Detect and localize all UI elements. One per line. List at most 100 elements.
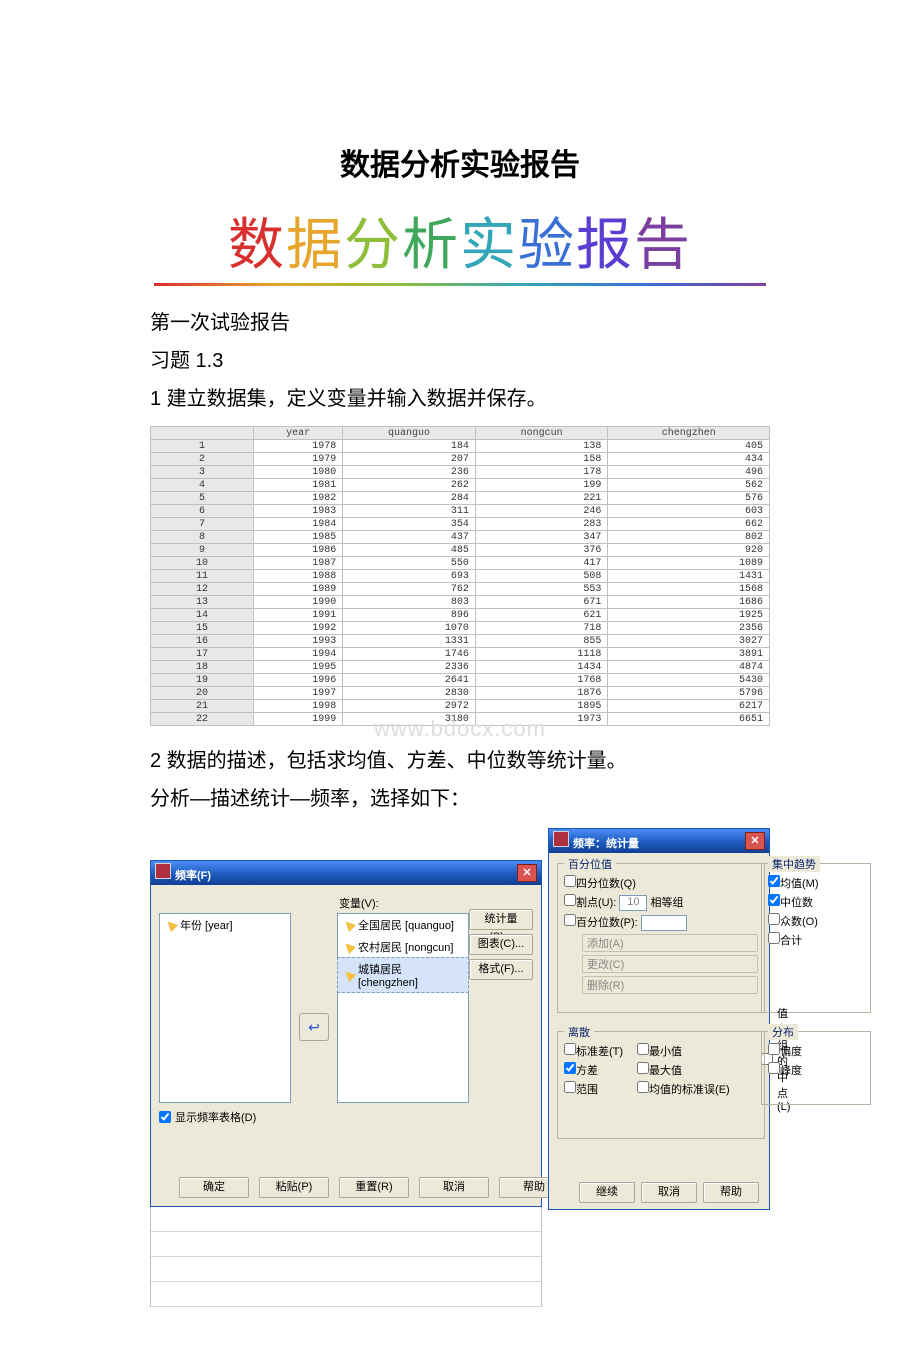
- table-cell: 2972: [343, 700, 476, 713]
- table-cell: 6217: [608, 700, 770, 713]
- frequencies-dialog: 频率(F) ✕ 变量(V): 年份 [year] 全国居民 [quanguo] …: [150, 860, 542, 1207]
- table-cell: 1997: [254, 687, 343, 700]
- table-cell: 671: [475, 596, 608, 609]
- display-freq-table-checkbox[interactable]: 显示频率表格(D): [159, 1109, 256, 1125]
- list-item[interactable]: 全国居民 [quanguo]: [338, 914, 468, 936]
- table-cell: 8: [151, 531, 254, 544]
- checkbox-label: 最小值: [649, 1046, 682, 1058]
- percentile-input[interactable]: [641, 915, 687, 931]
- table-cell: 621: [475, 609, 608, 622]
- percentiles-checkbox[interactable]: 百分位数(P):: [564, 914, 758, 931]
- table-row: 11978184138405: [151, 440, 770, 453]
- checkbox-label: 偏度: [780, 1046, 802, 1058]
- table-cell: 221: [475, 492, 608, 505]
- min-checkbox[interactable]: 最小值: [637, 1043, 730, 1059]
- dialog-title: 频率(F): [175, 870, 211, 882]
- percentile-group: 百分位值 四分位数(Q) 割点(U): 10 相等组 百分位数(P): 添加(A…: [557, 863, 765, 1013]
- table-cell: 1991: [254, 609, 343, 622]
- checkbox-label: 标准差(T): [576, 1046, 623, 1058]
- variance-checkbox[interactable]: 方差: [564, 1062, 623, 1078]
- table-cell: 550: [343, 557, 476, 570]
- titlebar[interactable]: 频率(F) ✕: [151, 861, 541, 885]
- continue-button[interactable]: 继续: [579, 1182, 635, 1203]
- cutpoints-suffix: 相等组: [650, 897, 683, 909]
- cancel-button[interactable]: 取消: [641, 1182, 697, 1203]
- table-row: 16199313318553027: [151, 635, 770, 648]
- checkbox-label: 均值的标准误(E): [649, 1084, 730, 1096]
- table-cell: 5796: [608, 687, 770, 700]
- mean-checkbox[interactable]: 均值(M): [768, 875, 864, 891]
- dispersion-group: 离散 标准差(T) 方差 范围 最小值 最大值 均值的标准误(E): [557, 1031, 765, 1139]
- table-cell: 762: [343, 583, 476, 596]
- selected-list[interactable]: 全国居民 [quanguo] 农村居民 [nongcun] 城镇居民 [chen…: [337, 913, 469, 1103]
- table-cell: 2336: [343, 661, 476, 674]
- wa-char: 分: [344, 215, 402, 277]
- cutpoints-input[interactable]: 10: [619, 895, 647, 911]
- variable-icon: [342, 968, 356, 982]
- column-header: quanguo: [343, 427, 476, 440]
- statistics-button[interactable]: 统计量(S)...: [469, 909, 533, 930]
- charts-button[interactable]: 图表(C)...: [469, 934, 533, 955]
- column-header: nongcun: [475, 427, 608, 440]
- sum-checkbox[interactable]: 合计: [768, 932, 864, 948]
- format-button[interactable]: 格式(F)...: [469, 959, 533, 980]
- table-cell: 10: [151, 557, 254, 570]
- variable-icon: [342, 918, 356, 932]
- se-checkbox[interactable]: 均值的标准误(E): [637, 1081, 730, 1097]
- checkbox-label: 显示频率表格(D): [175, 1109, 256, 1125]
- titlebar[interactable]: 频率：统计量 ✕: [549, 829, 769, 853]
- available-list[interactable]: 年份 [year]: [159, 913, 291, 1103]
- help-button[interactable]: 帮助: [703, 1182, 759, 1203]
- table-cell: 1: [151, 440, 254, 453]
- sd-checkbox[interactable]: 标准差(T): [564, 1043, 623, 1059]
- table-row: 1419918966211925: [151, 609, 770, 622]
- add-button[interactable]: 添加(A): [582, 934, 758, 952]
- table-cell: 508: [475, 570, 608, 583]
- list-item[interactable]: 年份 [year]: [160, 914, 290, 936]
- mode-checkbox[interactable]: 众数(O): [768, 913, 864, 929]
- table-row: 1319908036711686: [151, 596, 770, 609]
- ok-button[interactable]: 确定: [179, 1177, 249, 1198]
- table-cell: 7: [151, 518, 254, 531]
- table-cell: 3027: [608, 635, 770, 648]
- data-table: yearquanguonongcunchengzhen 119781841384…: [150, 426, 770, 726]
- quartiles-checkbox[interactable]: 四分位数(Q): [564, 875, 758, 891]
- table-cell: 1876: [475, 687, 608, 700]
- checkbox-label: 方差: [576, 1065, 598, 1077]
- table-cell: 2: [151, 453, 254, 466]
- move-variable-button[interactable]: ↩: [299, 1013, 329, 1041]
- max-checkbox[interactable]: 最大值: [637, 1062, 730, 1078]
- table-row: 21979207158434: [151, 453, 770, 466]
- distribution-group: 分布 偏度 峰度: [761, 1031, 871, 1105]
- close-icon[interactable]: ✕: [517, 864, 537, 882]
- table-cell: 562: [608, 479, 770, 492]
- reset-button[interactable]: 重置(R): [339, 1177, 409, 1198]
- change-button[interactable]: 更改(C): [582, 955, 758, 973]
- skewness-checkbox[interactable]: 偏度: [768, 1043, 864, 1059]
- kurtosis-checkbox[interactable]: 峰度: [768, 1062, 864, 1078]
- table-cell: 802: [608, 531, 770, 544]
- list-item[interactable]: 农村居民 [nongcun]: [338, 936, 468, 958]
- remove-button[interactable]: 删除(R): [582, 976, 758, 994]
- paste-button[interactable]: 粘贴(P): [259, 1177, 329, 1198]
- table-cell: 236: [343, 466, 476, 479]
- table-cell: 553: [475, 583, 608, 596]
- grid-background: [150, 1207, 542, 1307]
- table-cell: 1980: [254, 466, 343, 479]
- close-icon[interactable]: ✕: [745, 832, 765, 850]
- list-item[interactable]: 城镇居民 [chengzhen]: [337, 957, 469, 993]
- cutpoints-checkbox[interactable]: 割点(U): 10 相等组: [564, 894, 758, 911]
- range-checkbox[interactable]: 范围: [564, 1081, 623, 1097]
- wa-char: 报: [576, 215, 634, 277]
- cancel-button[interactable]: 取消: [419, 1177, 489, 1198]
- table-cell: 2641: [343, 674, 476, 687]
- table-row: 41981262199562: [151, 479, 770, 492]
- table-cell: 1982: [254, 492, 343, 505]
- table-cell: 1996: [254, 674, 343, 687]
- table-cell: 1992: [254, 622, 343, 635]
- table-cell: 11: [151, 570, 254, 583]
- table-cell: 1994: [254, 648, 343, 661]
- table-cell: 1978: [254, 440, 343, 453]
- median-checkbox[interactable]: 中位数: [768, 894, 864, 910]
- table-row: 1119886935081431: [151, 570, 770, 583]
